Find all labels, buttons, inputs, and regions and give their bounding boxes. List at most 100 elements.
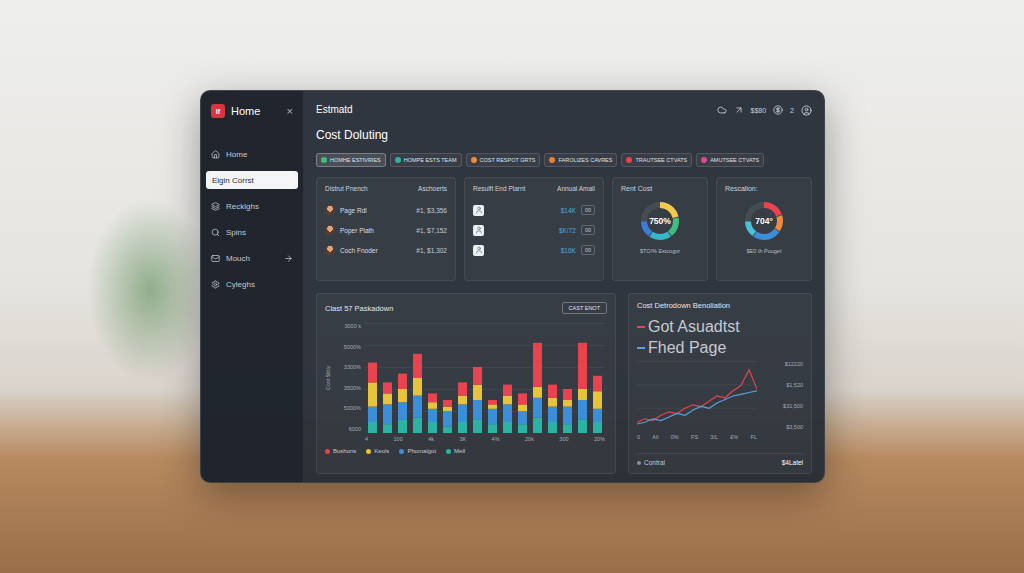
bar-stack[interactable] — [368, 363, 377, 433]
bar-segment — [443, 426, 452, 433]
bar-segment — [383, 382, 392, 393]
sidebar-item[interactable]: Mouch — [201, 249, 303, 267]
filter-chip[interactable]: TRAUTSEE CTVATS — [621, 153, 692, 167]
y-tick: 3500% — [337, 385, 361, 392]
bar-segment — [563, 389, 572, 400]
bar-segment — [563, 407, 572, 425]
bar-segment — [593, 422, 602, 433]
legend-item: Keols — [366, 448, 389, 454]
bar-segment — [578, 343, 587, 389]
list-row[interactable]: $16K00 — [473, 240, 595, 260]
gear-icon — [211, 280, 220, 289]
bar-stack[interactable] — [563, 389, 572, 433]
chart-title: Clast 57 Paskadown — [325, 304, 393, 313]
gauge-card: Rent Cost750%$TO/% Estcogor — [612, 177, 708, 281]
filter-chip[interactable]: COST RESPOT GRTS — [466, 153, 541, 167]
sidebar-brand: IfHome× — [201, 103, 303, 119]
user-icon — [475, 226, 483, 234]
dashboard-window: IfHome×HomeEigin CorrstRecklghsSpinsMouc… — [200, 90, 825, 483]
bar-stack[interactable] — [488, 400, 497, 433]
chart-row: Clast 57 PaskadownCAST ENOTCost $tbly300… — [316, 293, 812, 474]
bar-segment — [488, 400, 497, 404]
filter-chip[interactable]: AMUTSEE CTVATS — [696, 153, 764, 167]
close-button[interactable]: × — [287, 105, 293, 117]
arrow-up-right-icon[interactable] — [734, 105, 744, 115]
list-row[interactable]: $K/7200 — [473, 220, 595, 240]
legend-dot — [325, 449, 330, 454]
bar-segment — [593, 409, 602, 422]
bar-segment — [443, 411, 452, 426]
search-icon — [211, 228, 220, 237]
bar-segment — [368, 382, 377, 406]
bar-stack[interactable] — [398, 374, 407, 433]
bar-stack[interactable] — [578, 343, 587, 433]
bar-stack[interactable] — [503, 385, 512, 433]
sidebar-item[interactable]: Eigin Corrst — [206, 171, 298, 189]
list-row[interactable]: Page Rdl#1, $3,356 — [325, 200, 447, 220]
row-tag: 00 — [581, 205, 595, 215]
sidebar-item[interactable]: Spins — [201, 223, 303, 241]
x-tick: 0% — [671, 434, 679, 440]
filter-chip[interactable]: FAROLIZES CAVRES — [544, 153, 617, 167]
bar-stack[interactable] — [458, 382, 467, 433]
list-row[interactable]: Coch Fnoder#1, $1,302 — [325, 240, 447, 260]
bar-segment — [368, 407, 377, 422]
cloud-icon[interactable] — [717, 105, 727, 115]
user-circle-icon[interactable] — [801, 105, 812, 116]
chart-button[interactable]: CAST ENOT — [562, 302, 607, 314]
team-card: Distrut PnenchAschoertsPage Rdl#1, $3,35… — [316, 177, 456, 281]
donut-segment — [748, 205, 780, 237]
bar-segment — [578, 389, 587, 400]
bar-segment — [488, 404, 497, 408]
legend-item: Mell — [446, 448, 465, 454]
sidebar-item-label: Eigin Corrst — [212, 176, 292, 185]
filter-dot — [701, 157, 707, 163]
filter-dot — [626, 157, 632, 163]
list-row[interactable]: Poper Plath#1, $7,152 — [325, 220, 447, 240]
bar-segment — [413, 396, 422, 418]
bar-stack[interactable] — [428, 393, 437, 433]
sidebar: IfHome×HomeEigin CorrstRecklghsSpinsMouc… — [201, 91, 304, 482]
x-tick: 3K — [459, 436, 466, 442]
app-name: Home — [231, 105, 281, 117]
sidebar-item[interactable]: Cyleghs — [201, 275, 303, 293]
filter-chip[interactable]: HOMPE ESTS TEAM — [390, 153, 462, 167]
x-tick: All — [652, 434, 658, 440]
sidebar-item-label: Recklghs — [226, 202, 293, 211]
x-tick: 100 — [394, 436, 403, 442]
donut-segment — [644, 205, 676, 237]
bar-segment — [578, 420, 587, 433]
column-header: Annual Amail — [557, 185, 595, 192]
bar-segment — [458, 404, 467, 422]
bar-stack[interactable] — [593, 376, 602, 433]
bar-stack[interactable] — [413, 354, 422, 433]
filter-chip[interactable]: HOMHE ESTIVRIES — [316, 153, 386, 167]
dollar-circle-icon[interactable] — [773, 105, 783, 115]
avatar — [325, 205, 335, 215]
bar-stack[interactable] — [548, 385, 557, 433]
bar-segment — [563, 424, 572, 433]
sidebar-item[interactable]: Recklghs — [201, 197, 303, 215]
bar-stack[interactable] — [383, 382, 392, 433]
row-tag: 00 — [581, 225, 595, 235]
bar-chart-card: Clast 57 PaskadownCAST ENOTCost $tbly300… — [316, 293, 616, 474]
bar-stack[interactable] — [518, 393, 527, 433]
filter-row: HOMHE ESTIVRIES HOMPE ESTS TEAM COST RESPO… — [316, 153, 812, 167]
bar-chart — [365, 323, 605, 433]
y-tick: $12220 — [763, 361, 803, 368]
axis-title: Cost $tbly — [325, 323, 333, 433]
bar-segment — [518, 393, 527, 404]
bar-stack[interactable] — [473, 367, 482, 433]
list-row[interactable]: $14K00 — [473, 200, 595, 220]
bar-stack[interactable] — [443, 400, 452, 433]
bar-segment — [443, 400, 452, 407]
donut-chart: 750% — [637, 198, 683, 244]
bar-segment — [503, 385, 512, 396]
x-tick: 0 — [637, 434, 640, 440]
bar-stack[interactable] — [533, 343, 542, 433]
bar-segment — [473, 367, 482, 385]
bar-segment — [413, 418, 422, 433]
window-title: Estmatd — [316, 103, 353, 117]
bar-segment — [368, 422, 377, 433]
sidebar-item[interactable]: Home — [201, 145, 303, 163]
